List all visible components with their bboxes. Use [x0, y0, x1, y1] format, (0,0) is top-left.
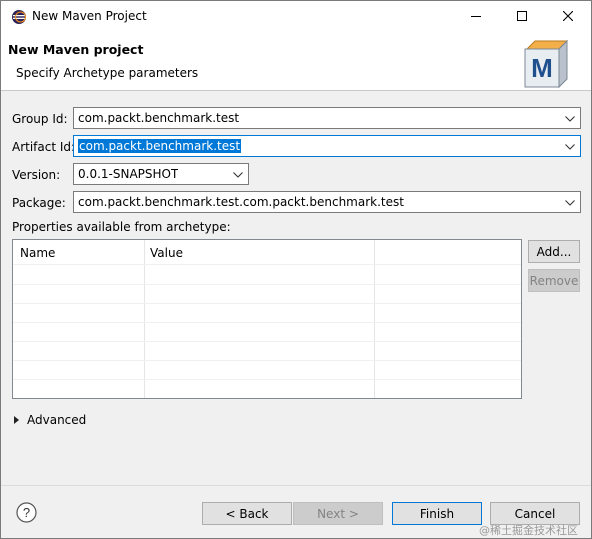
advanced-section-toggle[interactable]: Advanced — [12, 413, 86, 427]
wizard-header: New Maven project Specify Archetype para… — [1, 31, 591, 91]
remove-property-button[interactable]: Remove — [528, 269, 580, 292]
close-button[interactable] — [545, 1, 591, 31]
table-header: Name Value — [13, 240, 521, 264]
close-icon — [563, 11, 573, 21]
chevron-down-icon[interactable] — [563, 112, 577, 126]
back-button-label: < Back — [225, 506, 269, 521]
page-title: New Maven project — [8, 42, 144, 57]
row-divider — [13, 303, 521, 304]
artifact-id-combo[interactable]: com.packt.benchmark.test — [73, 135, 581, 157]
artifact-id-value: com.packt.benchmark.test — [78, 139, 242, 153]
chevron-right-icon — [14, 416, 19, 424]
version-combo[interactable]: 0.0.1-SNAPSHOT — [73, 163, 249, 185]
finish-button-label: Finish — [419, 506, 455, 521]
row-divider — [13, 264, 521, 265]
package-label: Package: — [12, 196, 66, 210]
finish-button[interactable]: Finish — [392, 502, 482, 525]
row-divider — [13, 360, 521, 361]
next-button[interactable]: Next > — [293, 502, 383, 525]
package-combo[interactable]: com.packt.benchmark.test.com.packt.bench… — [73, 191, 581, 213]
title-bar: New Maven Project — [1, 1, 591, 31]
minimize-icon — [471, 16, 481, 17]
minimize-button[interactable] — [453, 1, 499, 31]
remove-button-label: Remove — [529, 273, 579, 288]
artifact-id-label: Artifact Id: — [12, 140, 76, 154]
svg-text:?: ? — [23, 505, 30, 520]
group-id-label: Group Id: — [12, 112, 68, 126]
maximize-icon — [517, 11, 527, 21]
footer-divider — [1, 485, 591, 486]
next-button-label: Next > — [317, 506, 359, 521]
page-description: Specify Archetype parameters — [16, 66, 199, 80]
help-icon[interactable]: ? — [16, 502, 37, 523]
column-header-name[interactable]: Name — [20, 246, 55, 260]
add-property-button[interactable]: Add... — [528, 240, 580, 263]
maven-logo-icon: M — [524, 39, 569, 89]
maximize-button[interactable] — [499, 1, 545, 31]
properties-label: Properties available from archetype: — [12, 220, 231, 234]
cancel-button-label: Cancel — [514, 506, 556, 521]
version-label: Version: — [12, 168, 61, 182]
window-title: New Maven Project — [32, 9, 147, 23]
watermark: @稀土掘金技术社区 — [479, 524, 578, 537]
row-divider — [13, 322, 521, 323]
chevron-down-icon[interactable] — [231, 168, 245, 182]
back-button[interactable]: < Back — [202, 502, 292, 525]
package-value: com.packt.benchmark.test.com.packt.bench… — [78, 195, 404, 209]
row-divider — [13, 341, 521, 342]
group-id-combo[interactable]: com.packt.benchmark.test — [73, 107, 581, 129]
add-button-label: Add... — [536, 244, 572, 259]
row-divider — [13, 284, 521, 285]
row-divider — [13, 379, 521, 380]
maven-logo-letter: M — [531, 53, 553, 83]
version-value: 0.0.1-SNAPSHOT — [78, 167, 179, 181]
group-id-value: com.packt.benchmark.test — [78, 111, 240, 125]
new-maven-project-dialog: New Maven Project New Maven project Spec… — [0, 0, 592, 539]
eclipse-icon — [12, 10, 26, 24]
column-header-value[interactable]: Value — [150, 246, 183, 260]
chevron-down-icon[interactable] — [563, 196, 577, 210]
advanced-label: Advanced — [27, 413, 87, 427]
properties-table[interactable]: Name Value — [12, 239, 522, 399]
chevron-down-icon[interactable] — [563, 140, 577, 154]
